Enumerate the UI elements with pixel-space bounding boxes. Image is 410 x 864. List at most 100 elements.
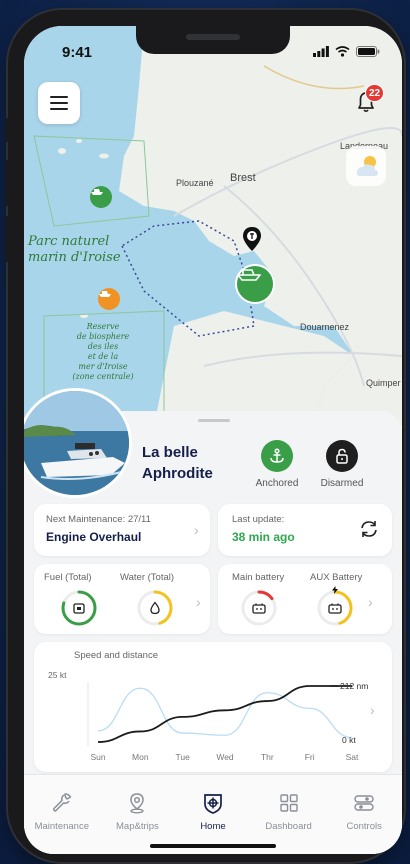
y-left-top-label: 25 kt — [48, 670, 67, 680]
nav-maintenance[interactable]: Maintenance — [24, 775, 100, 854]
cellular-signal-icon — [313, 46, 329, 57]
reserve-label-line: des iles — [87, 342, 119, 351]
anchor-status-circle — [261, 440, 293, 472]
nav-controls[interactable]: Controls — [326, 775, 402, 854]
nav-map-trips[interactable]: Map&trips — [100, 775, 176, 854]
town-label: Plouzané — [176, 178, 214, 188]
map-pin-icon — [130, 793, 145, 814]
partly-cloudy-icon — [357, 156, 378, 176]
park-label-line2: marin d'Iroise — [28, 250, 121, 265]
volume-up-button — [5, 160, 10, 206]
device-notch — [136, 26, 290, 54]
tanks-card[interactable]: Fuel (Total) Water (Total) › — [34, 564, 210, 634]
vessel-marker-small[interactable] — [90, 186, 112, 208]
refresh-button[interactable] — [358, 518, 380, 540]
alarm-status[interactable]: Disarmed — [316, 440, 368, 489]
park-label: Parc naturel marin d'Iroise — [28, 234, 121, 266]
series-speed-line — [97, 687, 353, 739]
grid-icon — [279, 794, 298, 812]
x-tick-label: Wed — [216, 752, 234, 762]
alarm-status-label: Disarmed — [320, 478, 364, 489]
nav-dashboard-label: Dashboard — [265, 821, 312, 832]
last-update-card: Last update: 38 min ago — [218, 504, 392, 556]
boat-icon — [237, 269, 261, 281]
chevron-right-icon: › — [370, 702, 375, 718]
app-screen: Parc naturel marin d'Iroise Reserve de b… — [24, 26, 402, 854]
speed-distance-chart: Sun Mon Tue Wed Thr Fri Sat — [87, 682, 359, 762]
reserve-label-line: Reserve — [86, 322, 120, 331]
sheet-grabber[interactable] — [198, 419, 230, 422]
battery-icon — [252, 603, 266, 614]
anchor-position-pin[interactable] — [242, 226, 262, 252]
reserve-label-line: mer d'Iroise — [78, 362, 128, 371]
reserve-label-line: de biosphere — [76, 332, 130, 341]
reserve-label: Reserve de biosphere des iles et de la m… — [68, 322, 138, 382]
status-icons — [313, 46, 380, 57]
map-view[interactable]: Parc naturel marin d'Iroise Reserve de b… — [24, 26, 402, 426]
x-tick-label: Mon — [132, 752, 149, 762]
town-label: Quimper — [366, 378, 401, 388]
battery-icon — [356, 46, 380, 57]
hamburger-icon — [50, 96, 68, 98]
nav-controls-label: Controls — [346, 821, 382, 832]
wifi-icon — [335, 46, 350, 57]
maintenance-value: Engine Overhaul — [46, 530, 142, 544]
aux-battery-gauge — [316, 586, 354, 627]
wrench-icon — [52, 793, 72, 812]
park-label-line1: Parc naturel — [28, 234, 110, 249]
aux-battery-label: AUX Battery — [310, 572, 363, 583]
menu-button[interactable] — [38, 82, 80, 124]
boat-icon — [99, 291, 111, 297]
nav-home-label: Home — [200, 821, 226, 832]
anchor-icon — [270, 448, 284, 463]
reserve-label-line: (zone centrale) — [72, 372, 134, 381]
water-gauge — [136, 589, 174, 627]
mute-switch — [5, 118, 10, 142]
x-tick-label: Thr — [261, 752, 274, 762]
unlock-icon — [336, 448, 348, 464]
weather-button[interactable] — [346, 146, 386, 186]
town-label: Brest — [230, 172, 256, 184]
anchor-status[interactable]: Anchored — [252, 440, 302, 489]
x-tick-label: Sat — [346, 752, 359, 762]
volume-down-button — [5, 216, 10, 262]
x-tick-label: Tue — [175, 752, 190, 762]
boat-name-line2: Aphrodite — [142, 465, 213, 482]
speed-distance-card[interactable]: Speed and distance Sun Mon Tue Wed Thr Fri Sat… — [34, 642, 392, 772]
status-time: 9:41 — [62, 44, 93, 61]
series-distance-line — [97, 685, 352, 743]
y-right-top-label: 212 nm — [340, 681, 369, 691]
last-update-value: 38 min ago — [232, 530, 295, 544]
x-tick-label: Sun — [90, 752, 105, 762]
nav-dashboard[interactable]: Dashboard — [251, 775, 327, 854]
nav-home[interactable]: Home — [175, 775, 251, 854]
water-drop-icon — [150, 601, 160, 615]
boat-icon — [91, 189, 103, 195]
other-vessel-marker[interactable] — [98, 288, 120, 310]
reserve-label-line: et de la — [87, 352, 119, 361]
charging-bolt-icon — [332, 586, 338, 594]
chevron-right-icon: › — [194, 522, 199, 538]
x-tick-label: Fri — [305, 752, 315, 762]
my-vessel-marker[interactable] — [235, 264, 275, 304]
y-right-bottom-label: 0 kt — [342, 735, 356, 745]
anchor-status-label: Anchored — [255, 478, 299, 489]
location-pin-icon — [243, 227, 261, 251]
boat-name: La belle Aphrodite — [142, 442, 213, 484]
home-indicator — [150, 844, 276, 848]
maintenance-label: Next Maintenance: 27/11 — [46, 514, 151, 525]
boat-name-line1: La belle — [142, 444, 198, 461]
chevron-right-icon: › — [196, 594, 201, 610]
fuel-can-icon — [73, 603, 85, 614]
last-update-label: Last update: — [232, 514, 285, 525]
notification-badge: 22 — [365, 84, 385, 102]
refresh-icon — [361, 521, 377, 537]
toggles-icon — [354, 795, 374, 811]
batteries-card[interactable]: Main battery AUX Battery › — [218, 564, 392, 634]
alarm-status-circle — [326, 440, 358, 472]
maintenance-card[interactable]: Next Maintenance: 27/11 Engine Overhaul … — [34, 504, 210, 556]
nav-map-trips-label: Map&trips — [116, 821, 159, 832]
water-label: Water (Total) — [120, 572, 175, 583]
fuel-label: Fuel (Total) — [44, 572, 92, 583]
main-battery-gauge — [240, 589, 278, 627]
